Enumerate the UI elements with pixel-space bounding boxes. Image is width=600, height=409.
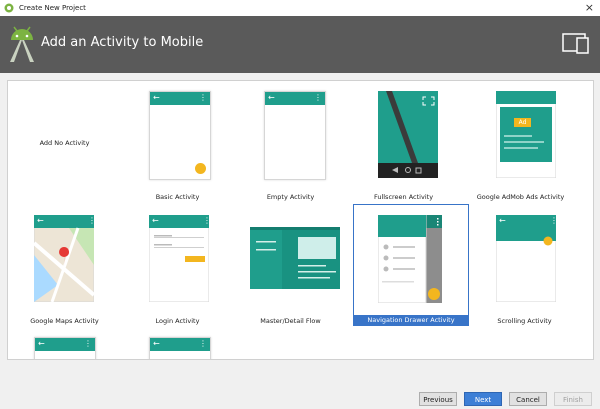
- template-label: Login Activity: [155, 317, 200, 325]
- template-thumbnail: [378, 215, 442, 303]
- template-thumbnail: [34, 215, 94, 302]
- template-navigation-drawer-activity[interactable]: Navigation Drawer Activity: [353, 204, 469, 326]
- template-thumbnail: [149, 215, 209, 302]
- template-thumbnail: ← ⋮: [34, 337, 96, 359]
- template-partial[interactable]: ← ⋮: [121, 327, 234, 359]
- android-studio-logo-icon: [4, 3, 14, 13]
- back-arrow-icon: ←: [153, 339, 160, 348]
- ad-badge-label: Ad: [518, 119, 527, 126]
- phone-tablet-icon: [562, 33, 589, 54]
- template-label: Basic Activity: [155, 193, 200, 201]
- page-title: Add an Activity to Mobile: [41, 35, 204, 50]
- template-label: Google Maps Activity: [30, 317, 99, 325]
- overflow-menu-icon: ⋮: [314, 93, 322, 102]
- back-arrow-icon: ←: [38, 339, 45, 348]
- overflow-menu-icon: ⋮: [203, 216, 211, 225]
- template-label: Master/Detail Flow: [260, 317, 321, 325]
- template-maps-activity[interactable]: ← ⋮ Google Maps Activity: [8, 205, 121, 325]
- finish-button[interactable]: Finish: [554, 392, 592, 406]
- template-thumbnail: ← ⋮: [149, 337, 211, 359]
- android-studio-icon: [10, 26, 34, 62]
- next-button[interactable]: Next: [464, 392, 502, 406]
- template-fullscreen-activity[interactable]: Fullscreen Activity: [347, 81, 460, 201]
- template-label: Google AdMob Ads Activity: [476, 193, 565, 201]
- overflow-menu-icon: ⋮: [88, 216, 96, 225]
- back-arrow-icon: ←: [37, 216, 44, 225]
- template-empty-activity[interactable]: ← ⋮ Empty Activity: [234, 81, 347, 201]
- template-label: Fullscreen Activity: [373, 193, 434, 201]
- template-add-no-activity[interactable]: Add No Activity: [8, 81, 121, 201]
- overflow-menu-icon: ⋮: [84, 339, 92, 348]
- wizard-header: Add an Activity to Mobile: [0, 16, 600, 73]
- template-thumbnail: [496, 91, 556, 178]
- template-login-activity[interactable]: ← ⋮ Login Activity: [121, 205, 234, 325]
- window-title: Create New Project: [19, 4, 86, 12]
- template-label: Scrolling Activity: [497, 317, 552, 325]
- template-master-detail-flow[interactable]: Master/Detail Flow: [234, 205, 347, 325]
- template-partial[interactable]: ← ⋮: [8, 327, 121, 359]
- back-arrow-icon: ←: [268, 93, 275, 102]
- back-arrow-icon: ←: [153, 93, 160, 102]
- cancel-button[interactable]: Cancel: [509, 392, 547, 406]
- template-thumbnail: ← ⋮: [264, 91, 326, 180]
- back-arrow-icon: ←: [499, 216, 506, 225]
- template-admob-activity[interactable]: Ad Google AdMob Ads Activity: [460, 81, 573, 201]
- template-thumbnail: ← ⋮: [149, 91, 211, 180]
- template-label: Navigation Drawer Activity: [354, 315, 468, 326]
- template-label: Empty Activity: [266, 193, 315, 201]
- back-arrow-icon: ←: [152, 216, 159, 225]
- activity-template-grid[interactable]: Add No Activity ← ⋮ Basic Activity ← ⋮ E…: [7, 80, 594, 360]
- overflow-menu-icon: ⋮: [199, 93, 207, 102]
- template-thumbnail: [378, 91, 438, 178]
- close-icon[interactable]: ×: [585, 1, 594, 15]
- overflow-menu-icon: ⋮: [199, 339, 207, 348]
- overflow-menu-icon: ⋮: [550, 216, 558, 225]
- template-label: Add No Activity: [39, 139, 90, 147]
- template-basic-activity[interactable]: ← ⋮ Basic Activity: [121, 81, 234, 201]
- window-titlebar: Create New Project ×: [0, 0, 600, 16]
- template-thumbnail: [250, 227, 340, 289]
- template-thumbnail: [496, 215, 556, 302]
- previous-button[interactable]: Previous: [419, 392, 457, 406]
- template-scrolling-activity[interactable]: ← ⋮ Scrolling Activity: [468, 205, 581, 325]
- fab-icon: [195, 163, 206, 174]
